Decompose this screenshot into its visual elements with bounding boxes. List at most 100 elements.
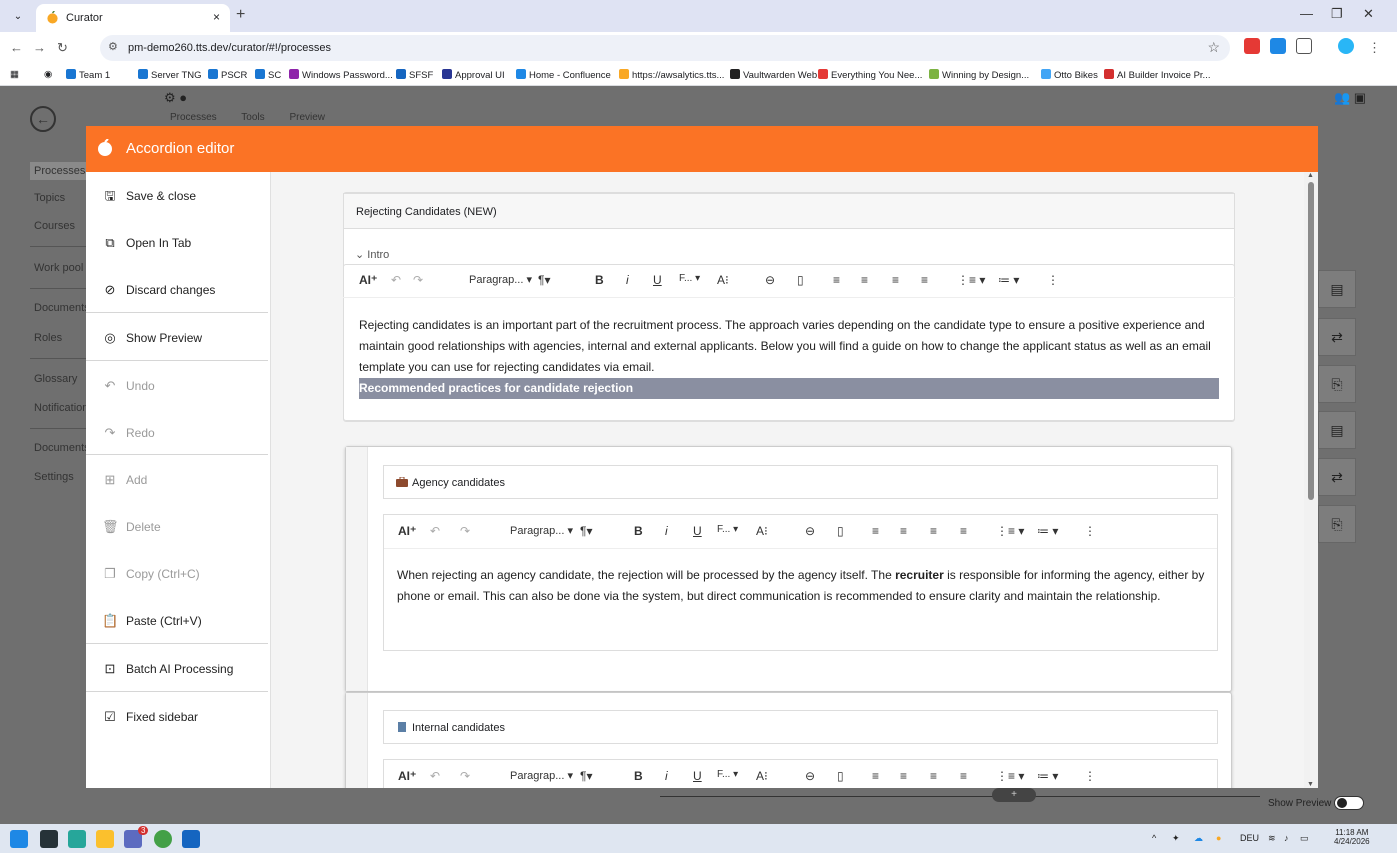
align-center-icon[interactable]: ≡	[900, 524, 907, 538]
nav-documents[interactable]: Documents	[34, 302, 90, 314]
url-text[interactable]: pm-demo260.tts.dev/curator/#!/processes	[128, 42, 331, 54]
font-dropdown[interactable]: F... ▾	[679, 273, 700, 284]
tool-flow-icon[interactable]: ⇄	[1318, 318, 1356, 356]
underline-icon[interactable]: U	[693, 769, 702, 783]
content-scrollbar[interactable]: ▲ ▼	[1304, 172, 1318, 788]
align-right-icon[interactable]: ≡	[930, 524, 937, 538]
item-title-input[interactable]: Internal candidates	[383, 710, 1218, 744]
tool-accordion-icon[interactable]: ▤	[1318, 411, 1356, 449]
tool-step-icon[interactable]: ⎘	[1318, 365, 1356, 403]
app-taskbar-icon[interactable]	[68, 830, 86, 848]
redo-icon[interactable]: ↷	[413, 273, 423, 287]
align-left-icon[interactable]: ≡	[833, 273, 840, 287]
bookmark-star-icon[interactable]: ☆	[1207, 39, 1220, 56]
paragraph-dropdown[interactable]: Paragrap... ▾	[510, 524, 573, 537]
wifi-icon[interactable]: ≋	[1268, 833, 1276, 844]
scroll-up-icon[interactable]: ▲	[1307, 172, 1314, 179]
curator-tray-icon[interactable]: ●	[1216, 833, 1221, 843]
intro-collapse-toggle[interactable]: ⌄ Intro	[355, 248, 389, 261]
bookmark-item[interactable]: Approval UI	[442, 69, 505, 81]
italic-icon[interactable]: i	[626, 273, 629, 287]
bookmark-item[interactable]: Windows Password...	[289, 69, 393, 81]
nav-topics[interactable]: Topics	[34, 192, 65, 204]
extension-icon[interactable]	[1244, 38, 1260, 54]
align-justify-icon[interactable]: ≡	[960, 524, 967, 538]
item-paragraph[interactable]: When rejecting an agency candidate, the …	[397, 565, 1207, 607]
new-tab-button[interactable]: +	[236, 6, 245, 24]
language-indicator[interactable]: DEU	[1240, 833, 1259, 843]
start-windows-icon[interactable]	[10, 830, 28, 848]
more-tools-icon[interactable]: ⋮	[1084, 769, 1096, 783]
intro-highlighted-heading[interactable]: Recommended practices for candidate reje…	[359, 378, 1219, 399]
font-dropdown[interactable]: F... ▾	[717, 769, 738, 780]
show-preview-toggle[interactable]	[1334, 796, 1364, 810]
close-window-icon[interactable]: ✕	[1363, 6, 1374, 22]
bookmark-item[interactable]: Otto Bikes	[1041, 69, 1098, 81]
nav-settings[interactable]: Settings	[34, 471, 74, 483]
tab-search-icon[interactable]: ⌄	[8, 8, 28, 26]
nav-processes[interactable]: Processes	[30, 162, 86, 180]
align-center-icon[interactable]: ≡	[900, 769, 907, 783]
minimize-icon[interactable]: —	[1300, 6, 1313, 21]
item-editor[interactable]: AI⁺ ↶ ↷ Paragrap... ▾ ¶▾ B i U F... ▾ A⁝…	[383, 514, 1218, 651]
format-style-icon[interactable]: ¶▾	[538, 273, 550, 287]
tray-app-icon[interactable]: ✦	[1172, 833, 1180, 844]
bookmark-item[interactable]: Everything You Nee...	[818, 69, 922, 81]
task-view-icon[interactable]	[40, 830, 58, 848]
tab-processes[interactable]: Processes	[170, 112, 217, 123]
link-icon[interactable]: ⊖	[805, 769, 815, 783]
bookmark-globe-icon[interactable]: ◉	[44, 69, 52, 80]
bullet-list-icon[interactable]: ≔ ▾	[1037, 524, 1058, 538]
item-editor[interactable]: AI⁺ ↶ ↷ Paragrap... ▾ ¶▾ B i U F... ▾ A⁝…	[383, 759, 1218, 788]
align-justify-icon[interactable]: ≡	[921, 273, 928, 287]
undo-icon[interactable]: ↶	[430, 524, 440, 538]
clock[interactable]: 11:18 AM 4/24/2026	[1334, 828, 1370, 846]
copy-format-icon[interactable]: ▯	[797, 273, 804, 287]
profile-avatar[interactable]	[1338, 38, 1354, 54]
tab-preview[interactable]: Preview	[289, 112, 325, 123]
bookmark-item[interactable]: SC	[255, 69, 281, 81]
bookmark-item[interactable]: PSCR	[208, 69, 247, 81]
align-left-icon[interactable]: ≡	[872, 769, 879, 783]
site-info-icon[interactable]: ⚙	[108, 40, 118, 53]
align-right-icon[interactable]: ≡	[892, 273, 899, 287]
onedrive-icon[interactable]: ☁	[1194, 833, 1203, 844]
browser-tab[interactable]: Curator ×	[36, 4, 230, 32]
intro-paragraph[interactable]: Rejecting candidates is an important par…	[359, 315, 1224, 378]
app-back-button[interactable]: ←	[30, 106, 56, 132]
bullet-list-icon[interactable]: ≔ ▾	[1037, 769, 1058, 783]
extension-icon[interactable]	[1270, 38, 1286, 54]
chrome-icon[interactable]	[154, 830, 172, 848]
nav-courses[interactable]: Courses	[34, 220, 75, 232]
bookmark-item[interactable]: Home - Confluence	[516, 69, 611, 81]
tool-flow-icon[interactable]: ⇄	[1318, 458, 1356, 496]
underline-icon[interactable]: U	[653, 273, 662, 287]
format-style-icon[interactable]: ¶▾	[580, 769, 592, 783]
numbered-list-icon[interactable]: ⋮≡ ▾	[996, 769, 1024, 783]
nav-notifications[interactable]: Notifications	[34, 402, 94, 414]
nav-glossary[interactable]: Glossary	[34, 373, 77, 385]
align-right-icon[interactable]: ≡	[930, 769, 937, 783]
undo-icon[interactable]: ↶	[391, 273, 401, 287]
underline-icon[interactable]: U	[693, 524, 702, 538]
undo-icon[interactable]: ↶	[430, 769, 440, 783]
copy-format-icon[interactable]: ▯	[837, 769, 844, 783]
paragraph-dropdown[interactable]: Paragrap... ▾	[510, 769, 573, 782]
forward-arrow-icon[interactable]: →	[33, 40, 46, 55]
battery-icon[interactable]: ▭	[1300, 833, 1309, 844]
more-tools-icon[interactable]: ⋮	[1047, 273, 1059, 287]
font-size-icon[interactable]: A⁝	[717, 273, 729, 287]
file-explorer-icon[interactable]	[96, 830, 114, 848]
bookmark-item[interactable]: Server TNG	[138, 69, 202, 81]
font-size-icon[interactable]: A⁝	[756, 524, 768, 538]
bookmark-item[interactable]: Vaultwarden Web	[730, 69, 817, 81]
bold-icon[interactable]: B	[634, 769, 643, 783]
app-user-icons[interactable]: 👥 ▣	[1334, 90, 1366, 106]
bookmark-item[interactable]: AI Builder Invoice Pr...	[1104, 69, 1210, 81]
apps-grid-icon[interactable]: ▦	[10, 69, 19, 80]
volume-icon[interactable]: ♪	[1284, 833, 1289, 843]
align-left-icon[interactable]: ≡	[872, 524, 879, 538]
scroll-down-icon[interactable]: ▼	[1307, 781, 1314, 788]
item-title-input[interactable]: Agency candidates	[383, 465, 1218, 499]
link-icon[interactable]: ⊖	[765, 273, 775, 287]
